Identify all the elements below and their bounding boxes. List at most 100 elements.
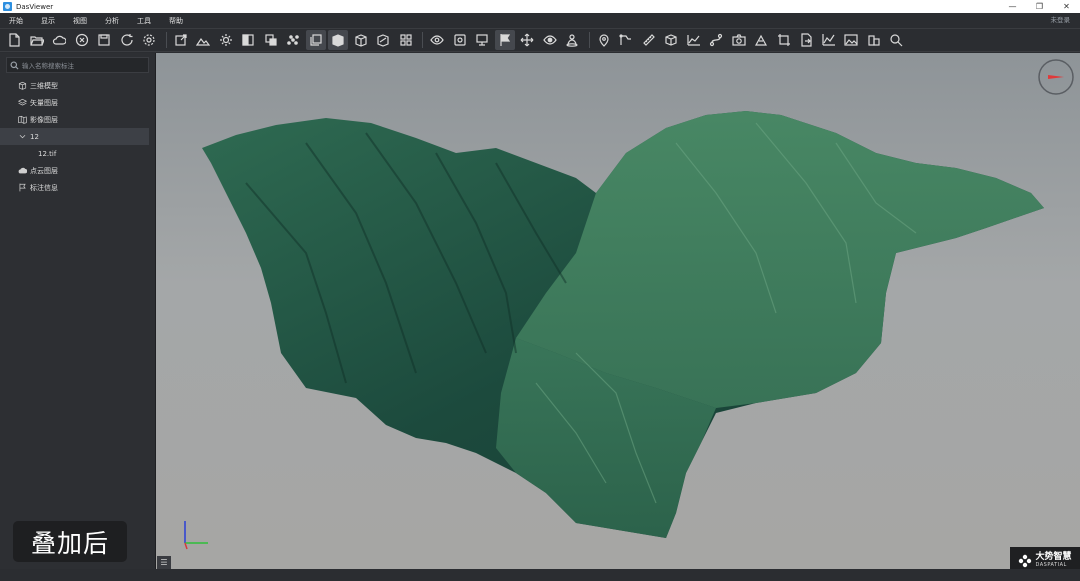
menu-view[interactable]: 视图 xyxy=(64,16,96,26)
layer-tree-item[interactable]: 点云图层 xyxy=(0,162,155,179)
clip-icon xyxy=(264,34,277,46)
layer-tree-item[interactable]: 影像图层 xyxy=(0,111,155,128)
image-icon xyxy=(844,34,858,46)
volume-button[interactable] xyxy=(661,30,681,50)
menu-start[interactable]: 开始 xyxy=(0,16,32,26)
polyline-button[interactable] xyxy=(616,30,636,50)
layer-split-button[interactable] xyxy=(238,30,258,50)
toolbar-separator xyxy=(165,32,167,48)
folder-open-button[interactable] xyxy=(27,30,47,50)
search-icon xyxy=(10,60,19,70)
save-button[interactable] xyxy=(94,30,114,50)
frame-button[interactable] xyxy=(450,30,470,50)
3d-viewport[interactable] xyxy=(156,53,1080,569)
profile-chart-icon xyxy=(686,35,700,46)
layer-tree-item[interactable]: 12 xyxy=(0,128,149,145)
cloud-button[interactable] xyxy=(49,30,69,50)
grid-button[interactable] xyxy=(396,30,416,50)
monitor-button[interactable] xyxy=(472,30,492,50)
grid-icon xyxy=(399,34,412,46)
settings-button[interactable] xyxy=(139,30,159,50)
light-button[interactable] xyxy=(216,30,236,50)
eye-icon xyxy=(430,35,444,45)
terrain-button[interactable] xyxy=(193,30,213,50)
layer-split-icon xyxy=(242,34,254,46)
title-bar: DasViewer — ❐ ✕ xyxy=(0,0,1080,13)
point-cloud-button[interactable] xyxy=(283,30,303,50)
file-export-icon xyxy=(801,33,812,47)
zoom-button[interactable] xyxy=(886,30,906,50)
stack-button[interactable] xyxy=(305,30,326,50)
flag-pole-button[interactable] xyxy=(494,30,515,50)
brand-logo-icon xyxy=(1019,554,1032,567)
close-button[interactable]: ✕ xyxy=(1053,0,1080,13)
move-button[interactable] xyxy=(517,30,537,50)
map-icon xyxy=(18,115,27,124)
panel-menu-button[interactable]: ☰ xyxy=(157,556,171,569)
flag-icon xyxy=(19,183,26,192)
terrain-scene xyxy=(184,59,1074,550)
layer-tree: 三维模型矢量图层 影像图层 12 12.tif 点云图层 标注信息 xyxy=(0,77,155,196)
layer-tree-item[interactable]: 12.tif xyxy=(0,145,155,162)
person-button[interactable] xyxy=(562,30,582,50)
menu-display[interactable]: 显示 xyxy=(32,16,64,26)
layer-tree-item[interactable]: 标注信息 xyxy=(0,179,155,196)
layer-tree-item[interactable]: 三维模型 xyxy=(0,77,155,94)
light-icon xyxy=(219,34,232,46)
area-button[interactable] xyxy=(751,30,771,50)
cloud-icon xyxy=(52,35,66,45)
file-new-button[interactable] xyxy=(4,30,24,50)
export-button[interactable] xyxy=(171,30,191,50)
route-button[interactable] xyxy=(706,30,726,50)
file-export-button[interactable] xyxy=(796,30,816,50)
menu-bar: 开始 显示 视图 分析 工具 帮助 未登录 xyxy=(0,13,1080,28)
profile-chart-button[interactable] xyxy=(684,30,704,50)
box-icon xyxy=(332,34,344,47)
minimize-button[interactable]: — xyxy=(999,0,1026,13)
ruler-button[interactable] xyxy=(639,30,659,50)
window-title: DasViewer xyxy=(16,2,54,11)
layer-tree-label: 三维模型 xyxy=(30,81,58,90)
layer-tree-label: 12 xyxy=(30,132,39,141)
image-button[interactable] xyxy=(841,30,861,50)
building-icon xyxy=(867,35,880,46)
layer-panel: 输入名称搜索标注 三维模型矢量图层 影像图层 12 12.tif 点云图层 标注信息 xyxy=(0,53,156,569)
stack-icon xyxy=(309,34,322,46)
route-icon xyxy=(709,33,723,47)
toolbar-separator xyxy=(422,32,423,48)
layer-tree-item[interactable]: 矢量图层 xyxy=(0,94,155,111)
menu-tools[interactable]: 工具 xyxy=(128,16,160,26)
close-circle-icon xyxy=(75,33,88,47)
app-logo-icon xyxy=(3,2,12,11)
login-link[interactable]: 未登录 xyxy=(1051,13,1071,28)
file-new-icon xyxy=(9,33,20,47)
camera-button[interactable] xyxy=(729,30,749,50)
cube-frame-icon xyxy=(354,34,367,47)
flag-pole-icon xyxy=(499,34,510,46)
cube-frame-button[interactable] xyxy=(351,30,371,50)
restore-button[interactable]: ❐ xyxy=(1026,0,1053,13)
box-button[interactable] xyxy=(328,30,348,50)
layer-tree-label: 12.tif xyxy=(38,149,57,158)
chevron-down-icon xyxy=(19,134,26,139)
toolbar xyxy=(0,28,1080,52)
cube-cut-button[interactable] xyxy=(373,30,393,50)
menu-help[interactable]: 帮助 xyxy=(160,16,192,26)
close-circle-button[interactable] xyxy=(72,30,92,50)
zoom-icon xyxy=(890,34,903,47)
chart-line-button[interactable] xyxy=(819,30,839,50)
eye-button[interactable] xyxy=(427,30,447,50)
compass-icon[interactable] xyxy=(1038,59,1074,95)
pin-button[interactable] xyxy=(594,30,614,50)
clip-button[interactable] xyxy=(261,30,281,50)
crop-button[interactable] xyxy=(774,30,794,50)
building-button[interactable] xyxy=(864,30,884,50)
layer-search-input[interactable]: 输入名称搜索标注 xyxy=(6,57,149,73)
view-rotate-button[interactable] xyxy=(540,30,560,50)
menu-analysis[interactable]: 分析 xyxy=(96,16,128,26)
point-cloud-icon xyxy=(287,35,299,45)
export-icon xyxy=(174,34,187,46)
view-rotate-icon xyxy=(542,35,557,45)
refresh-button[interactable] xyxy=(117,30,137,50)
save-icon xyxy=(98,34,110,46)
